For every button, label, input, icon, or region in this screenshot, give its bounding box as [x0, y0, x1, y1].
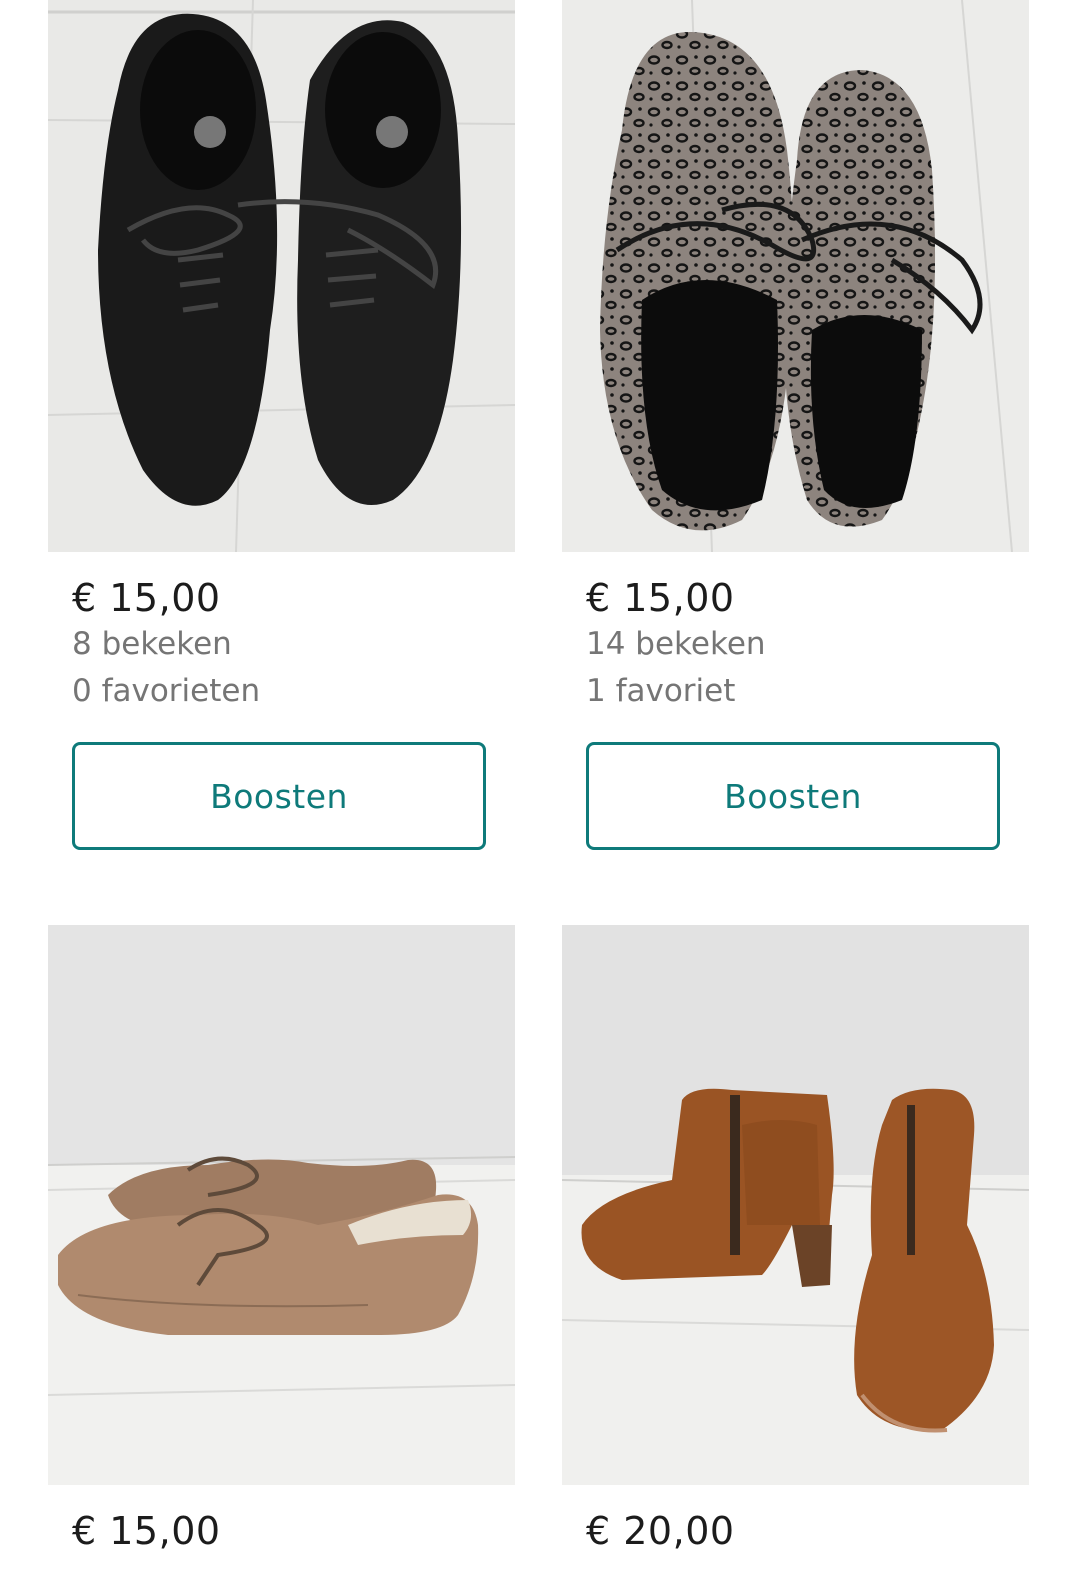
listing-price: € 15,00: [72, 576, 221, 620]
listing-photo-black-shoes[interactable]: [48, 0, 515, 552]
listing-card[interactable]: € 15,00 8 bekeken 0 favorieten Boosten: [48, 0, 515, 860]
listing-card[interactable]: € 15,00: [48, 925, 515, 1573]
listing-views: 14 bekeken: [586, 626, 766, 662]
listing-grid: € 15,00 8 bekeken 0 favorieten Boosten €…: [0, 0, 1080, 1573]
listing-price: € 20,00: [586, 1509, 735, 1553]
listing-photo-beige-shoes[interactable]: [48, 925, 515, 1485]
boost-button[interactable]: Boosten: [72, 742, 486, 850]
listing-price: € 15,00: [586, 576, 735, 620]
listing-favorites: 1 favoriet: [586, 673, 736, 709]
listing-photo-leopard-boots[interactable]: [562, 0, 1029, 552]
boost-button[interactable]: Boosten: [586, 742, 1000, 850]
listing-price: € 15,00: [72, 1509, 221, 1553]
listing-photo-cognac-boots[interactable]: [562, 925, 1029, 1485]
listing-card[interactable]: € 20,00: [562, 925, 1029, 1573]
listing-views: 8 bekeken: [72, 626, 232, 662]
listing-favorites: 0 favorieten: [72, 673, 261, 709]
listing-card[interactable]: € 15,00 14 bekeken 1 favoriet Boosten: [562, 0, 1029, 860]
